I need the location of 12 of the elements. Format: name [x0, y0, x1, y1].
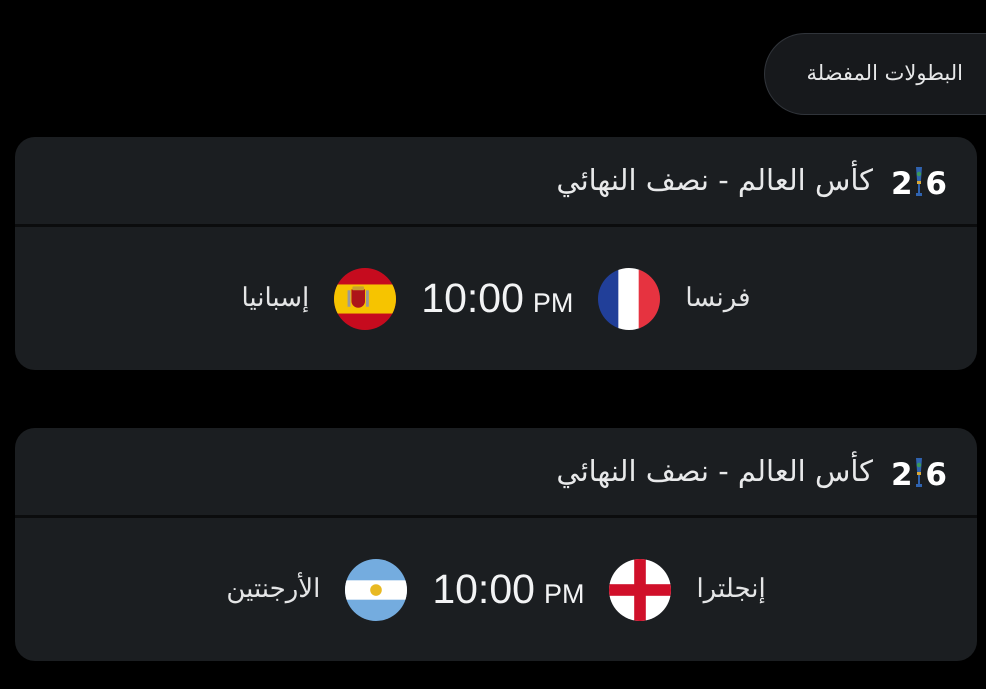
time-period: PM [544, 581, 584, 608]
favorite-tournaments-button[interactable]: البطولات المفضلة [764, 33, 986, 115]
team-name: فرنسا [685, 282, 751, 315]
team-name: إسبانيا [241, 282, 310, 315]
team-name: إنجلترا [696, 573, 766, 606]
team-name: الأرجنتين [226, 571, 320, 606]
tournament-title: كأس العالم - نصف النهائي [556, 450, 873, 494]
kickoff-time: 10:00 [421, 278, 524, 319]
time-period: PM [532, 290, 574, 317]
french-flag-icon [598, 268, 660, 330]
kickoff-time: 10:00 [432, 569, 535, 610]
tournament-title: كأس العالم - نصف النهائي [556, 158, 873, 202]
